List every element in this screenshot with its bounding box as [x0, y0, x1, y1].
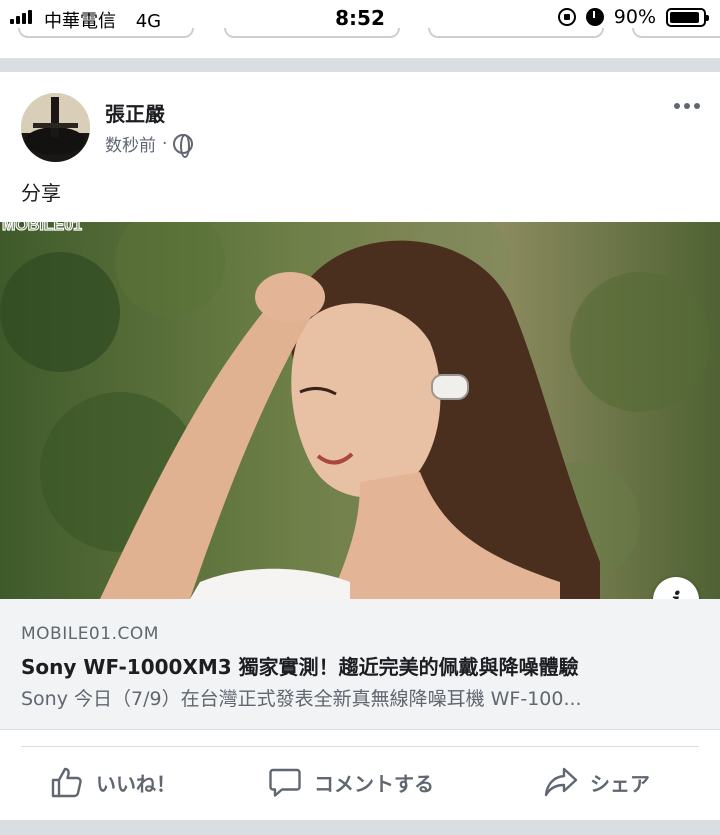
link-domain: MOBILE01.COM — [21, 624, 159, 644]
like-icon — [51, 767, 82, 798]
comment-icon — [269, 768, 301, 797]
share-label: シェア — [590, 771, 650, 796]
story-card[interactable] — [224, 28, 400, 38]
post-actions: いいね！ コメントする シェア — [0, 755, 720, 813]
meta-separator: · — [162, 133, 168, 154]
battery-icon — [666, 7, 709, 27]
stories-strip[interactable] — [0, 28, 720, 38]
comment-label: コメントする — [314, 771, 434, 796]
feed-separator — [0, 58, 720, 72]
photo-watermark: MOBILE01 — [2, 222, 82, 234]
avatar[interactable] — [21, 93, 90, 162]
feed-separator-bottom — [0, 820, 720, 835]
story-card[interactable] — [632, 28, 720, 38]
status-right: 90% — [557, 6, 709, 28]
comment-button[interactable]: コメントする — [268, 765, 434, 799]
link-description: Sony 今日（7/9）在台灣正式發表全新真無線降噪耳機 WF-100... — [21, 688, 582, 710]
post-photo[interactable]: MOBILE01 — [0, 222, 720, 599]
link-title[interactable]: Sony WF-1000XM3 獨家實測！趨近完美的佩戴與降噪體驗 — [21, 651, 579, 680]
battery-percent: 90% — [613, 6, 656, 28]
battery-fill — [670, 11, 699, 23]
post-meta: 数秒前 · — [105, 131, 194, 158]
more-icon[interactable] — [674, 103, 700, 109]
rotation-lock-icon — [557, 8, 576, 26]
action-divider — [21, 746, 699, 747]
like-label: いいね！ — [96, 771, 176, 796]
share-icon — [544, 767, 578, 797]
post-text: 分享 — [21, 181, 61, 205]
photo-illustration: MOBILE01 — [0, 222, 720, 599]
story-card[interactable] — [18, 28, 194, 38]
globe-icon — [173, 133, 194, 158]
link-preview[interactable]: MOBILE01.COM Sony WF-1000XM3 獨家實測！趨近完美的佩… — [0, 599, 720, 730]
alarm-icon — [585, 8, 604, 26]
share-button[interactable]: シェア — [544, 765, 650, 799]
story-card[interactable] — [428, 28, 604, 38]
like-button[interactable]: いいね！ — [50, 765, 176, 799]
post-timestamp[interactable]: 数秒前 — [105, 131, 156, 156]
author-name[interactable]: 張正嚴 — [105, 98, 165, 127]
